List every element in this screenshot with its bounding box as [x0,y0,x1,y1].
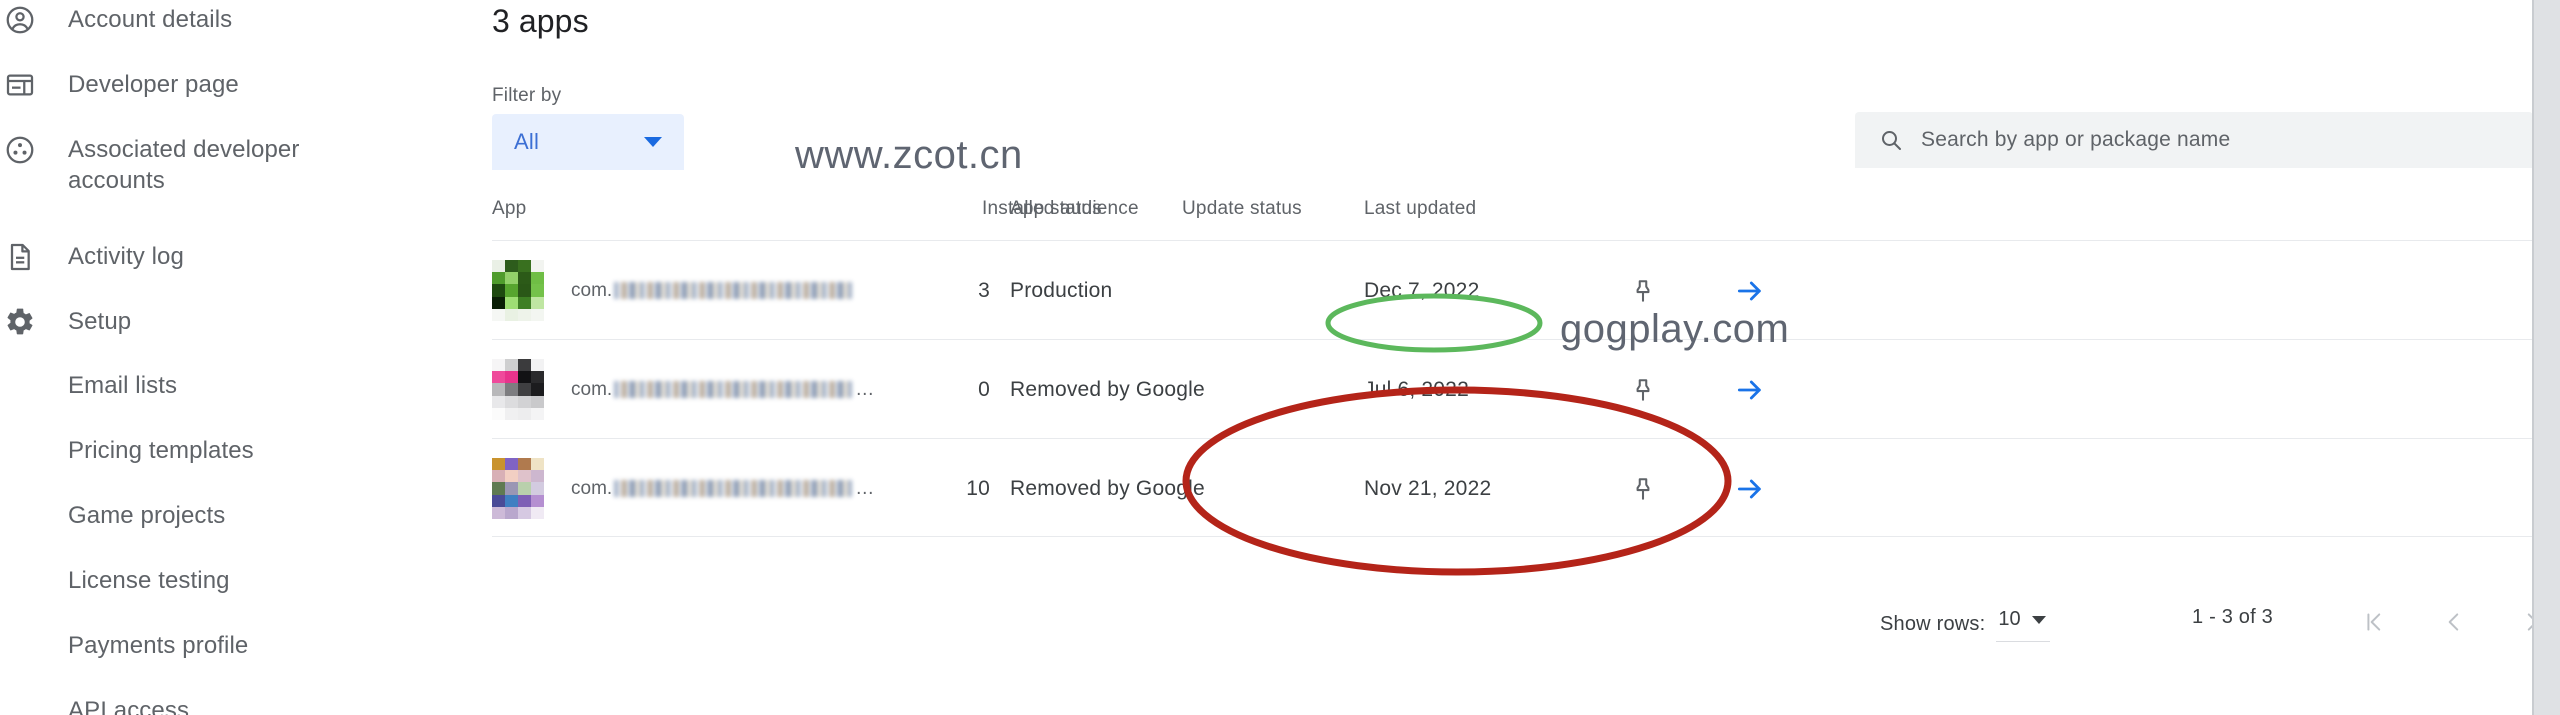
app-icon [492,259,544,322]
search-icon [1879,128,1903,152]
sidebar-item-label: Game projects [68,502,226,529]
column-header-app: App [492,198,527,219]
first-page-icon[interactable] [2348,594,2404,650]
package-prefix: com. [571,378,613,400]
arrow-right-icon[interactable] [1727,439,1773,538]
sidebar-item-label: Account details [68,6,233,33]
app-cell: com. [492,241,855,340]
sidebar-item-label: Associated developer accounts [68,136,300,194]
app-root: Account details Developer page Associated … [0,0,2560,715]
sidebar-item-label: Setup [68,308,132,335]
sidebar-item-setup[interactable]: Setup [0,302,470,342]
pagination: Show rows: 10 1 - 3 of 3 [492,600,2538,660]
chevron-down-icon [644,137,662,147]
pin-icon[interactable] [1620,439,1666,538]
vertical-scrollbar[interactable] [2532,0,2560,715]
sidebar-item-label: License testing [68,567,230,594]
sidebar-item-game-projects[interactable]: Game projects [0,500,470,531]
search-placeholder: Search by app or package name [1921,128,2231,151]
table-body: com. 3 Production Dec 7, 2022 com.… 0 Removed … [492,240,2532,537]
sidebar-item-activity-log[interactable]: Activity log [0,237,470,277]
arrow-right-icon[interactable] [1727,241,1773,340]
app-cell: com.… [492,340,874,439]
show-rows-label: Show rows: [1880,612,1986,635]
pin-icon[interactable] [1620,340,1666,439]
sidebar: Account details Developer page Associated … [0,0,470,715]
sidebar-item-label: API access [68,697,190,715]
package-name-redacted [614,480,853,497]
package-name-line: com. [571,280,855,302]
last-updated-value: Jul 6, 2022 [1364,377,1469,401]
rows-per-page-select[interactable]: 10 [1996,606,2050,642]
arrow-right-icon[interactable] [1727,340,1773,439]
installed-audience-value: 10 [966,476,990,500]
app-text: com. [571,280,855,302]
sidebar-item-label: Payments profile [68,632,249,659]
gear-icon [0,302,40,342]
activity-log-icon [0,237,40,277]
package-name-redacted [614,282,853,299]
main-content: 3 apps Filter by All Search by app or pa… [470,0,2560,715]
chevron-down-icon [2031,615,2046,624]
prev-page-icon[interactable] [2426,594,2482,650]
app-status-value: Removed by Google [1010,476,1205,500]
table-row[interactable]: com.… 0 Removed by Google Jul 6, 2022 [492,339,2532,438]
column-header-update-status: Update status [1182,198,1302,219]
package-prefix: com. [571,279,613,301]
pin-icon[interactable] [1620,241,1666,340]
sidebar-item-api-access[interactable]: API access [0,695,470,715]
table-header-row: App Installed audience App status Update st… [492,198,2532,240]
page-title: 3 apps [492,3,589,39]
scrollbar-track[interactable] [2532,0,2560,715]
sidebar-item-label: Activity log [68,243,184,270]
sidebar-item-label: Email lists [68,372,178,399]
filter-select-value: All [514,129,540,154]
sidebar-item-label: Developer page [68,71,239,98]
app-icon [492,358,544,421]
app-text: com.… [571,478,874,500]
apps-table: App Installed audience App status Update st… [492,198,2532,537]
sidebar-item-developer-page[interactable]: Developer page [0,65,470,105]
filter-select[interactable]: All [492,114,684,170]
package-name-redacted [614,381,853,398]
installed-audience-value: 0 [978,377,990,401]
developer-page-icon [0,65,40,105]
app-status-value: Removed by Google [1010,377,1205,401]
column-header-last-updated: Last updated [1364,198,1477,219]
app-icon [492,457,544,520]
table-row[interactable]: com.… 10 Removed by Google Nov 21, 2022 [492,438,2532,537]
scrollbar-edge [2532,0,2534,715]
last-updated-value: Dec 7, 2022 [1364,278,1480,302]
sidebar-item-account-details[interactable]: Account details [0,0,470,40]
filter-by-label: Filter by [492,85,562,106]
rows-per-page-value: 10 [1998,608,2021,630]
sidebar-item-associated-developer-accounts[interactable]: Associated developer accounts [0,130,470,196]
sidebar-item-email-lists[interactable]: Email lists [0,370,470,401]
app-status-value: Production [1010,278,1113,302]
app-text: com.… [571,379,874,401]
table-row[interactable]: com. 3 Production Dec 7, 2022 [492,240,2532,339]
last-updated-value: Nov 21, 2022 [1364,476,1492,500]
package-name-line: com.… [571,478,874,500]
app-cell: com.… [492,439,874,538]
sidebar-item-label: Pricing templates [68,437,254,464]
sidebar-item-license-testing[interactable]: License testing [0,565,470,596]
sidebar-item-pricing-templates[interactable]: Pricing templates [0,435,470,466]
associated-accounts-icon [0,130,40,170]
account-circle-icon [0,0,40,40]
pagination-range: 1 - 3 of 3 [2192,606,2273,628]
package-prefix: com. [571,477,613,499]
sidebar-item-payments-profile[interactable]: Payments profile [0,630,470,661]
column-header-app-status: App status [1010,198,1102,219]
package-name-line: com.… [571,379,874,401]
search-input[interactable]: Search by app or package name [1855,112,2533,168]
installed-audience-value: 3 [978,278,990,302]
